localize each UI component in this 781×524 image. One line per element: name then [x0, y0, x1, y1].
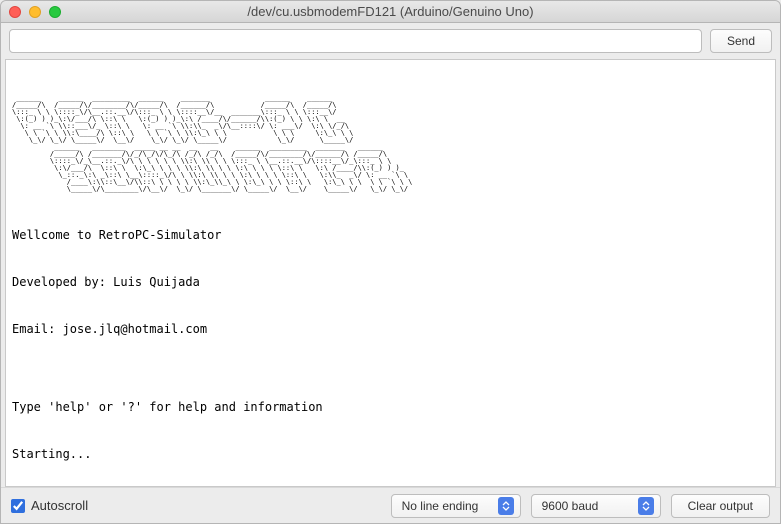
console-line: Type 'help' or '?' for help and informat… [12, 400, 769, 416]
console-line: Developed by: Luis Quijada [12, 275, 769, 291]
autoscroll-checkbox-wrap[interactable]: Autoscroll [11, 498, 88, 513]
close-icon[interactable] [9, 6, 21, 18]
maximize-icon[interactable] [49, 6, 61, 18]
baud-rate-select[interactable]: 9600 baud [531, 494, 661, 518]
minimize-icon[interactable] [29, 6, 41, 18]
window-controls [9, 6, 61, 18]
console-line: Starting... [12, 447, 769, 463]
send-toolbar: Send [1, 23, 780, 59]
ascii-banner: ______ ______ _________ ______ _______ _… [12, 95, 769, 193]
serial-input[interactable] [9, 29, 702, 53]
clear-output-button[interactable]: Clear output [671, 494, 770, 518]
console-line: Email: jose.jlq@hotmail.com [12, 322, 769, 338]
chevron-updown-icon [498, 497, 514, 515]
chevron-updown-icon [638, 497, 654, 515]
bottom-toolbar: Autoscroll No line ending 9600 baud Clea… [1, 487, 780, 523]
console-line: Wellcome to RetroPC-Simulator [12, 228, 769, 244]
line-ending-select[interactable]: No line ending [391, 494, 521, 518]
autoscroll-checkbox[interactable] [11, 499, 25, 513]
baud-rate-value: 9600 baud [542, 499, 599, 513]
serial-monitor-window: /dev/cu.usbmodemFD121 (Arduino/Genuino U… [0, 0, 781, 524]
serial-output[interactable]: ______ ______ _________ ______ _______ _… [5, 59, 776, 487]
titlebar: /dev/cu.usbmodemFD121 (Arduino/Genuino U… [1, 1, 780, 23]
line-ending-value: No line ending [402, 499, 479, 513]
autoscroll-label: Autoscroll [31, 498, 88, 513]
window-title: /dev/cu.usbmodemFD121 (Arduino/Genuino U… [1, 4, 780, 19]
send-button[interactable]: Send [710, 29, 772, 53]
